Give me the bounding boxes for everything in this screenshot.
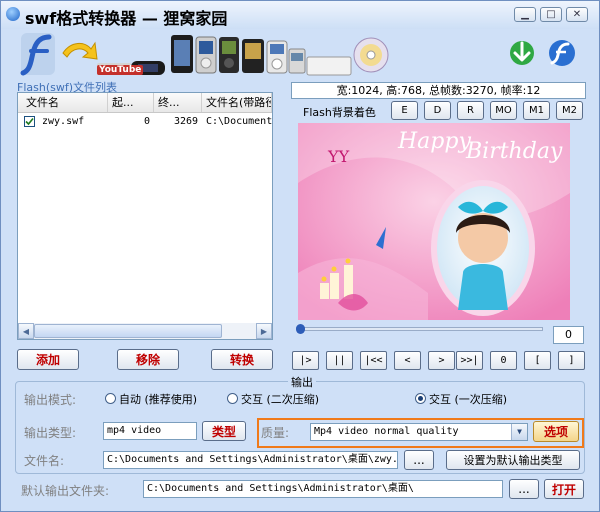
horizontal-scrollbar[interactable]: ◀ ▶ [18,323,272,339]
open-folder-button[interactable]: 打开 [544,479,584,499]
cell-path: C:\Documents and Settings\Administrator\… [206,116,272,127]
add-button[interactable]: 添加 [17,349,79,370]
seek-slider[interactable] [296,324,543,334]
mode-label-auto[interactable]: 自动 (推荐使用) [119,391,197,407]
icon-toolbar: YouTube [1,29,599,81]
default-folder-label: 默认输出文件夹: [21,484,110,498]
table-row[interactable]: zwy.swf 0 3269 C:\Documents and Settings… [18,113,272,130]
bg-button-m1[interactable]: M1 [523,101,550,120]
flash-preview: Happy Birthday YY [298,123,570,320]
folder-browse-button[interactable]: ... [509,479,539,499]
goto-zero-button[interactable]: 0 [490,351,517,370]
output-type-field[interactable]: mp4 video [103,422,197,440]
quality-value: Mp4 video normal quality [314,426,459,437]
app-icon [6,7,20,21]
type-button[interactable]: 类型 [202,421,246,441]
minimize-button[interactable]: ▁ [514,7,536,22]
disc-icon [353,37,389,73]
chevron-right-icon: ▶ [260,326,268,336]
prev-frame-button[interactable]: < [394,351,421,370]
bg-button-r[interactable]: R [457,101,484,120]
preview-caption-birthday: Birthday [466,139,563,164]
minimize-icon: ▁ [521,9,529,20]
row-checkbox[interactable] [24,116,35,127]
preview-caption-happy: Happy [398,129,471,154]
output-type-label: 输出类型: [24,426,77,440]
scroll-left-button[interactable]: ◀ [18,323,34,339]
mode-radio-two-pass[interactable] [227,393,238,404]
default-folder-field[interactable]: C:\Documents and Settings\Administrator\… [143,480,503,498]
quality-label: 质量: [261,426,290,440]
cell-name: zwy.swf [42,116,85,127]
mark-out-button[interactable]: ] [558,351,585,370]
column-header-name[interactable]: 文件名 [18,93,108,112]
convert-button[interactable]: 转换 [211,349,273,370]
filename-browse-button[interactable]: ... [404,450,434,470]
close-icon: ✕ [572,9,582,20]
main-window: swf格式转换器 — 狸窝家园 ▁ □ ✕ YouTube Flash(swf)… [0,0,600,512]
close-button[interactable]: ✕ [566,7,588,22]
remove-button[interactable]: 移除 [117,349,179,370]
column-header-path[interactable]: 文件名(带路径) [202,93,272,112]
mode-radio-auto[interactable] [105,393,116,404]
seek-handle[interactable] [296,324,305,334]
file-list-header: 文件名 起... 终... 文件名(带路径) [18,93,272,113]
first-frame-button[interactable]: |<< [360,351,387,370]
last-frame-button[interactable]: >>| [456,351,483,370]
bg-button-m2[interactable]: M2 [556,101,583,120]
cell-end: 3269 [174,116,199,127]
chevron-down-icon[interactable]: ▼ [511,424,527,440]
column-header-end[interactable]: 终... [154,93,202,112]
media-info: 宽:1024, 高:768, 总帧数:3270, 帧率:12 [291,82,586,99]
quality-select[interactable]: Mp4 video normal quality ▼ [310,423,528,441]
maximize-icon: □ [546,9,556,20]
column-header-start[interactable]: 起... [108,93,154,112]
frame-field[interactable]: 0 [553,326,584,344]
mode-radio-one-pass[interactable] [415,393,426,404]
scroll-right-button[interactable]: ▶ [256,323,272,339]
mark-in-button[interactable]: [ [524,351,551,370]
file-list: 文件名 起... 终... 文件名(带路径) zwy.swf 0 3269 C:… [17,92,273,340]
toolbar-graphics [20,33,575,76]
download-icon [510,41,534,65]
window-title: swf格式转换器 — 狸窝家园 [25,9,228,28]
cell-start: 0 [144,116,151,127]
output-group-label: 输出 [288,374,316,390]
flash-icon [20,33,55,76]
mode-label-two-pass[interactable]: 交互 (二次压缩) [241,391,319,407]
pause-button[interactable]: || [326,351,353,370]
flash-bg-label: Flash背景着色 [303,106,376,119]
options-button[interactable]: 选项 [533,421,579,442]
scroll-thumb[interactable] [34,324,222,338]
filename-label: 文件名: [24,454,65,468]
bg-button-e[interactable]: E [391,101,418,120]
bg-button-mo[interactable]: MO [490,101,517,120]
chevron-left-icon: ◀ [22,326,30,336]
set-default-button[interactable]: 设置为默认输出类型 [446,450,580,470]
flash-icon [549,40,575,66]
filename-field[interactable]: C:\Documents and Settings\Administrator\… [103,451,398,469]
next-frame-button[interactable]: > [428,351,455,370]
play-button[interactable]: |> [292,351,319,370]
mode-label-one-pass[interactable]: 交互 (一次压缩) [429,391,507,407]
check-icon [25,117,34,126]
flash-bg-row: Flash背景着色 E D R MO M1 M2 [291,101,586,121]
maximize-button[interactable]: □ [540,7,562,22]
preview-caption-yy: YY [328,147,350,166]
bg-button-d[interactable]: D [424,101,451,120]
youtube-label: YouTube [97,65,144,75]
title-bar: swf格式转换器 — 狸窝家园 ▁ □ ✕ [1,1,599,29]
arrow-icon [62,41,98,60]
output-mode-label: 输出模式: [24,393,77,407]
